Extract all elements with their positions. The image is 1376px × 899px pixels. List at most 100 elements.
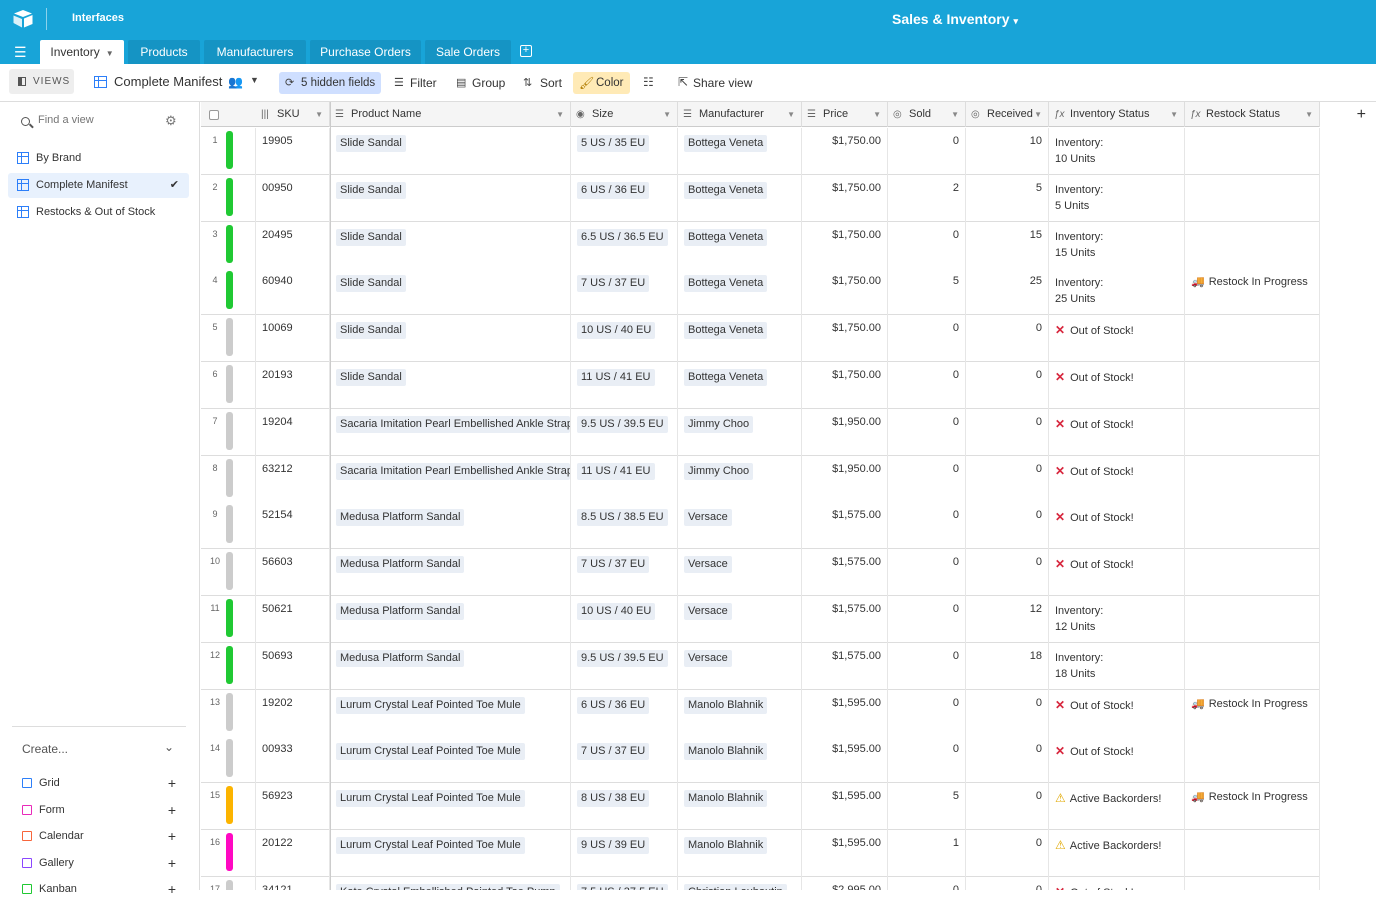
table-row[interactable]: 7 19204 Sacaria Imitation Pearl Embellishe… bbox=[201, 408, 1320, 456]
cell-size[interactable]: 11 US / 41 EU bbox=[571, 455, 678, 503]
cell-manufacturer[interactable]: Bottega Veneta bbox=[678, 268, 802, 316]
cell-sold[interactable]: 0 bbox=[888, 408, 966, 456]
cell-manufacturer[interactable]: Manolo Blahnik bbox=[678, 830, 802, 877]
cell-restock[interactable]: 🚚 Restock In Progress bbox=[1185, 689, 1320, 737]
cell-status[interactable]: Inventory: 12 Units bbox=[1049, 596, 1185, 643]
cell-sku[interactable]: 52154 bbox=[256, 502, 330, 550]
create-kanban-view[interactable]: Kanban + bbox=[22, 879, 182, 899]
cell-size[interactable]: 9 US / 39 EU bbox=[571, 830, 678, 877]
share-view-button[interactable]: Share view bbox=[693, 74, 752, 92]
chevron-down-icon[interactable]: ▼ bbox=[663, 102, 671, 127]
cell-received[interactable]: 0 bbox=[966, 736, 1049, 784]
cell-product[interactable]: Slide Sandal bbox=[330, 128, 571, 175]
cell-product[interactable]: Sacaria Imitation Pearl Embellished Ankl… bbox=[330, 408, 571, 456]
cell-manufacturer[interactable]: Versace bbox=[678, 502, 802, 550]
cell-sold[interactable]: 0 bbox=[888, 315, 966, 363]
cell-sku[interactable]: 60940 bbox=[256, 268, 330, 316]
cell-restock[interactable] bbox=[1185, 408, 1320, 456]
row-height-icon[interactable]: ☷ bbox=[643, 75, 654, 89]
cell-size[interactable]: 9.5 US / 39.5 EU bbox=[571, 408, 678, 456]
table-row[interactable]: 11 50621 Medusa Platform Sandal 10 US / 40 … bbox=[201, 596, 1320, 643]
cell-received[interactable]: 0 bbox=[966, 408, 1049, 456]
cell-sku[interactable]: 50693 bbox=[256, 642, 330, 690]
cell-price[interactable]: $1,950.00 bbox=[802, 408, 888, 456]
chevron-down-icon[interactable]: ▼ bbox=[1170, 102, 1178, 127]
sort-button[interactable]: Sort bbox=[540, 74, 562, 92]
cell-product[interactable]: Slide Sandal bbox=[330, 362, 571, 409]
table-row[interactable]: 16 20122 Lurum Crystal Leaf Pointed Toe Mu… bbox=[201, 830, 1320, 877]
cell-restock[interactable] bbox=[1185, 736, 1320, 784]
cell-sku[interactable]: 63212 bbox=[256, 455, 330, 503]
cell-size[interactable]: 5 US / 35 EU bbox=[571, 128, 678, 175]
cell-size[interactable]: 8 US / 38 EU bbox=[571, 783, 678, 831]
cell-status[interactable]: ✕Out of Stock! bbox=[1049, 736, 1185, 784]
color-button[interactable]: 🖌 Color bbox=[573, 72, 630, 94]
table-row[interactable]: 2 00950 Slide Sandal 6 US / 36 EU Bottega Ve… bbox=[201, 174, 1320, 222]
cell-restock[interactable] bbox=[1185, 221, 1320, 269]
tab-sale-orders[interactable]: Sale Orders bbox=[425, 40, 511, 64]
cell-status[interactable]: Inventory: 5 Units bbox=[1049, 174, 1185, 222]
cell-restock[interactable] bbox=[1185, 174, 1320, 222]
cell-sold[interactable]: 1 bbox=[888, 830, 966, 877]
cell-price[interactable]: $1,595.00 bbox=[802, 689, 888, 737]
interfaces-link[interactable]: Interfaces bbox=[72, 12, 124, 24]
cell-size[interactable]: 7 US / 37 EU bbox=[571, 549, 678, 597]
table-row[interactable]: 12 50693 Medusa Platform Sandal 9.5 US / 39… bbox=[201, 642, 1320, 690]
cell-sku[interactable]: 20122 bbox=[256, 830, 330, 877]
sidebar-item-restocks[interactable]: Restocks & Out of Stock bbox=[8, 200, 189, 225]
cell-received[interactable]: 0 bbox=[966, 876, 1049, 890]
hide-fields-button[interactable]: ⟳ 5 hidden fields bbox=[279, 72, 381, 94]
table-row[interactable]: 15 56923 Lurum Crystal Leaf Pointed Toe Mu… bbox=[201, 783, 1320, 831]
cell-status[interactable]: ✕Out of Stock! bbox=[1049, 455, 1185, 503]
cell-status[interactable]: ✕Out of Stock! bbox=[1049, 876, 1185, 890]
cell-price[interactable]: $1,750.00 bbox=[802, 362, 888, 409]
cell-sku[interactable]: 19905 bbox=[256, 128, 330, 175]
cell-status[interactable]: ✕Out of Stock! bbox=[1049, 502, 1185, 550]
cell-price[interactable]: $1,575.00 bbox=[802, 549, 888, 597]
table-row[interactable]: 13 19202 Lurum Crystal Leaf Pointed Toe Mu… bbox=[201, 689, 1320, 737]
cell-sold[interactable]: 0 bbox=[888, 596, 966, 643]
cell-sku[interactable]: 19204 bbox=[256, 408, 330, 456]
cell-restock[interactable] bbox=[1185, 830, 1320, 877]
cell-manufacturer[interactable]: Versace bbox=[678, 549, 802, 597]
cell-size[interactable]: 6 US / 36 EU bbox=[571, 689, 678, 737]
cell-sku[interactable]: 10069 bbox=[256, 315, 330, 363]
cell-sold[interactable]: 0 bbox=[888, 128, 966, 175]
create-calendar-view[interactable]: Calendar + bbox=[22, 826, 182, 846]
cell-price[interactable]: $1,595.00 bbox=[802, 783, 888, 831]
chevron-down-icon[interactable]: ▼ bbox=[1034, 102, 1042, 127]
cell-restock[interactable]: 🚚 Restock In Progress bbox=[1185, 783, 1320, 831]
cell-product[interactable]: Sacaria Imitation Pearl Embellished Ankl… bbox=[330, 455, 571, 503]
chevron-down-icon[interactable]: ▼ bbox=[315, 102, 323, 127]
cell-sold[interactable]: 2 bbox=[888, 174, 966, 222]
cell-manufacturer[interactable]: Bottega Veneta bbox=[678, 362, 802, 409]
cell-product[interactable]: Medusa Platform Sandal bbox=[330, 596, 571, 643]
chevron-down-icon[interactable]: ▼ bbox=[250, 75, 259, 85]
chevron-down-icon[interactable]: ▼ bbox=[873, 102, 881, 127]
tab-products[interactable]: Products bbox=[128, 40, 200, 64]
views-toggle-button[interactable]: VIEWS bbox=[9, 69, 74, 94]
cell-status[interactable]: ✕Out of Stock! bbox=[1049, 362, 1185, 409]
cell-size[interactable]: 6 US / 36 EU bbox=[571, 174, 678, 222]
cell-status[interactable]: ✕Out of Stock! bbox=[1049, 408, 1185, 456]
cell-received[interactable]: 15 bbox=[966, 221, 1049, 269]
group-button[interactable]: Group bbox=[472, 74, 505, 92]
cell-price[interactable]: $2,995.00 bbox=[802, 876, 888, 890]
cell-sku[interactable]: 19202 bbox=[256, 689, 330, 737]
chevron-down-icon[interactable]: ▼ bbox=[1305, 102, 1313, 127]
cell-size[interactable]: 7 US / 37 EU bbox=[571, 736, 678, 784]
cell-product[interactable]: Slide Sandal bbox=[330, 174, 571, 222]
airtable-logo-icon[interactable] bbox=[12, 9, 34, 29]
sidebar-item-by-brand[interactable]: By Brand bbox=[8, 146, 189, 171]
cell-sold[interactable]: 5 bbox=[888, 268, 966, 316]
base-title[interactable]: Sales & Inventory ▾ bbox=[892, 11, 1018, 27]
cell-product[interactable]: Lurum Crystal Leaf Pointed Toe Mule bbox=[330, 689, 571, 737]
cell-size[interactable]: 9.5 US / 39.5 EU bbox=[571, 642, 678, 690]
cell-sku[interactable]: 50621 bbox=[256, 596, 330, 643]
cell-status[interactable]: Inventory: 18 Units bbox=[1049, 642, 1185, 690]
cell-product[interactable]: Lurum Crystal Leaf Pointed Toe Mule bbox=[330, 830, 571, 877]
cell-received[interactable]: 5 bbox=[966, 174, 1049, 222]
column-header-inventory-status[interactable]: ƒx Inventory Status ▼ bbox=[1049, 102, 1185, 127]
cell-sku[interactable]: 00950 bbox=[256, 174, 330, 222]
cell-manufacturer[interactable]: Christian Louboutin bbox=[678, 876, 802, 890]
